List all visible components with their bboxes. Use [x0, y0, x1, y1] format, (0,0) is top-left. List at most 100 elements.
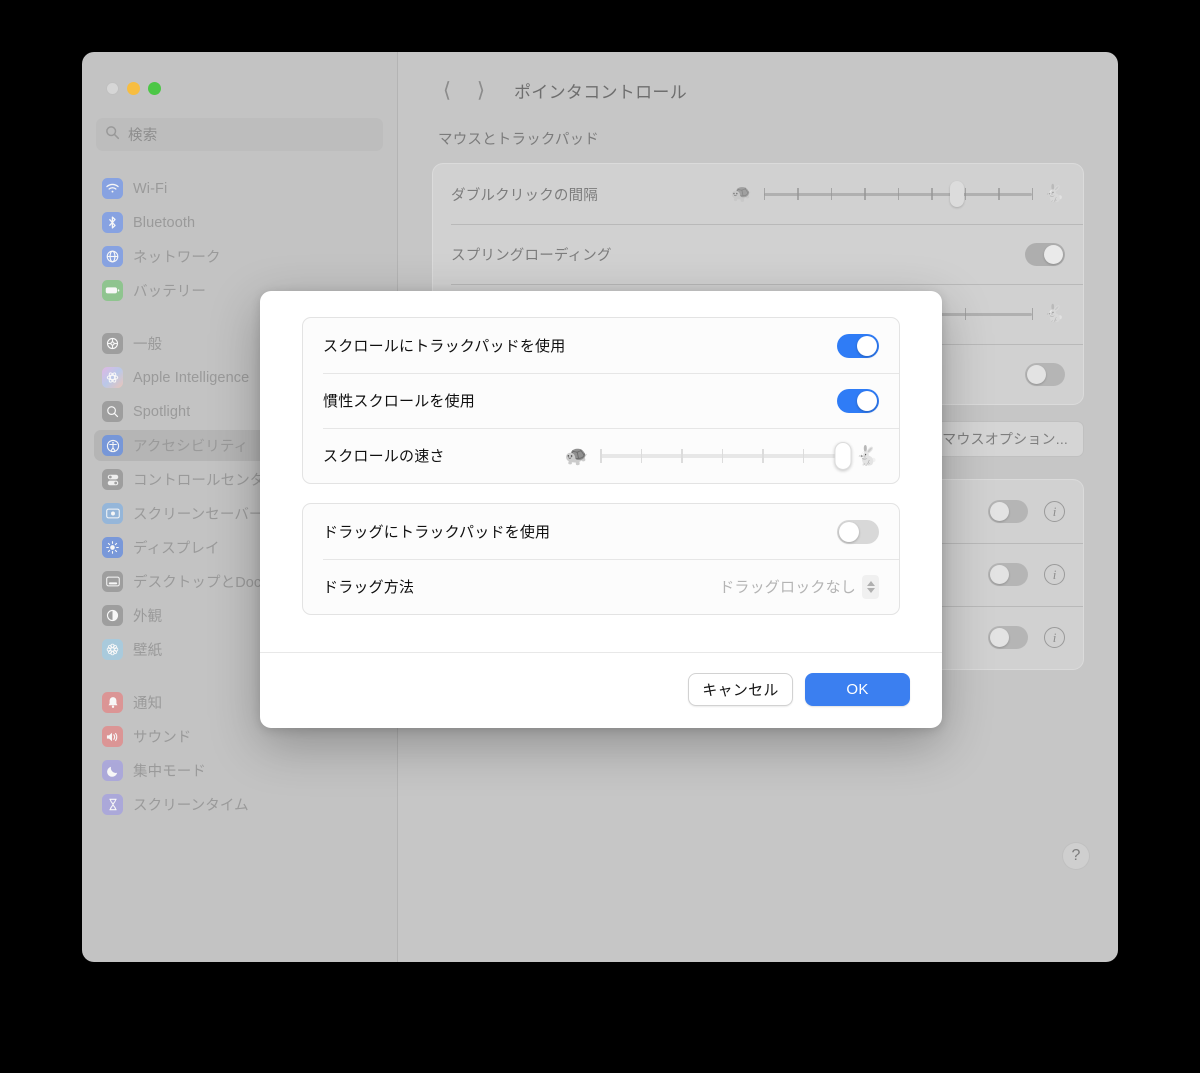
spotlight-search-icon [102, 401, 123, 422]
sheet-scroll-speed-slider[interactable]: 🐢 🐇 [564, 441, 879, 470]
sidebar-item-label: 外観 [133, 609, 163, 625]
chevron-up-down-icon[interactable] [862, 574, 879, 599]
sidebar-item-label: 一般 [133, 337, 163, 353]
accessibility-icon [102, 435, 123, 456]
traffic-lights [94, 52, 385, 114]
sidebar-item-label: 集中モード [133, 764, 206, 780]
sidebar-item-label: Apple Intelligence [133, 369, 250, 386]
sidebar-item-label: スクリーンタイム [133, 798, 249, 814]
sidebar-item-label: バッテリー [133, 284, 206, 300]
slider-track-area[interactable] [763, 181, 1034, 207]
srow-use-trackpad-for-dragging: ドラッグにトラックパッドを使用 [303, 504, 899, 559]
section-title: マウスとトラックパッド [438, 132, 599, 148]
help-button[interactable]: ? [1062, 842, 1090, 870]
alternate-pointer-actions-toggle[interactable] [988, 500, 1028, 523]
mouse-options-button[interactable]: マウスオプション... [926, 421, 1084, 457]
sidebar-item-label: アクセシビリティ [133, 439, 249, 455]
srow-label: ドラッグ方法 [323, 579, 415, 596]
network-globe-icon [102, 246, 123, 267]
turtle-icon: 🐢 [564, 445, 589, 467]
srow-label: ドラッグにトラックパッドを使用 [323, 524, 551, 541]
search-icon [105, 125, 120, 145]
sidebar-item-label: Wi-Fi [133, 180, 168, 197]
minimize-window-button[interactable] [127, 82, 140, 95]
search-input[interactable]: 検索 [96, 118, 383, 151]
drag-style-value: ドラッグロックなし [719, 579, 856, 596]
screen-time-hourglass-icon [102, 794, 123, 815]
toolbar: ⟨ ⟩ ポインタコントロール [398, 52, 1118, 128]
sidebar-item-focus[interactable]: 集中モード [94, 755, 385, 786]
wallpaper-icon [102, 639, 123, 660]
battery-icon [102, 280, 123, 301]
sidebar-item-label: サウンド [133, 730, 192, 746]
sidebar-item-network[interactable]: ネットワーク [94, 241, 385, 272]
drag-settings-card: ドラッグにトラックパッドを使用 ドラッグ方法 ドラッグロックなし [302, 503, 900, 615]
close-window-button[interactable] [106, 82, 119, 95]
appearance-icon [102, 605, 123, 626]
srow-scroll-speed: スクロールの速さ 🐢 🐇 [303, 428, 899, 483]
info-icon[interactable]: i [1044, 627, 1065, 648]
screensaver-icon [102, 503, 123, 524]
info-icon[interactable]: i [1044, 564, 1065, 585]
gear-icon [102, 333, 123, 354]
trackpad-options-sheet: スクロールにトラックパッドを使用 慣性スクロールを使用 スクロールの速さ 🐢 🐇… [260, 291, 942, 728]
row-label: スプリングローディング [451, 247, 612, 264]
wifi-icon [102, 178, 123, 199]
use-trackpad-for-scrolling-toggle[interactable] [837, 333, 879, 358]
bluetooth-icon [102, 212, 123, 233]
page-title: ポインタコントロール [514, 82, 687, 102]
mouse-drag-lock-toggle[interactable] [1025, 362, 1065, 386]
srow-use-inertial-scrolling: 慣性スクロールを使用 [303, 373, 899, 428]
double-click-speed-slider[interactable]: 🐢 🐇 [731, 181, 1065, 207]
rabbit-icon: 🐇 [855, 445, 879, 467]
sidebar-item-label: スクリーンセーバー [133, 507, 264, 523]
chevron-left-icon[interactable]: ⟨ [432, 75, 462, 105]
drag-style-popup-button[interactable]: ドラッグロックなし [719, 574, 879, 599]
sidebar-item-screen-time[interactable]: スクリーンタイム [94, 789, 385, 820]
info-icon[interactable]: i [1044, 501, 1065, 522]
sidebar-group-network: Wi-Fi Bluetooth ネットワーク バッテリー [94, 173, 385, 306]
scroll-settings-card: スクロールにトラックパッドを使用 慣性スクロールを使用 スクロールの速さ 🐢 🐇 [302, 317, 900, 484]
sidebar-item-label: デスクトップとDock [133, 575, 269, 591]
spring-loading-toggle[interactable] [1025, 242, 1065, 266]
apple-intelligence-icon [102, 367, 123, 388]
maximize-window-button[interactable] [148, 82, 161, 95]
slider-track-area[interactable] [600, 441, 852, 470]
search-placeholder: 検索 [128, 128, 158, 144]
notifications-bell-icon [102, 692, 123, 713]
use-trackpad-for-dragging-toggle[interactable] [837, 519, 879, 544]
sidebar-item-bluetooth[interactable]: Bluetooth [94, 207, 385, 238]
slider-thumb[interactable] [949, 181, 964, 207]
row-double-click-speed: ダブルクリックの間隔 🐢 🐇 [433, 164, 1083, 224]
head-pointer-toggle[interactable] [988, 626, 1028, 649]
srow-drag-style: ドラッグ方法 ドラッグロックなし [303, 559, 899, 614]
sidebar-item-label: ディスプレイ [133, 541, 220, 557]
sheet-footer: キャンセル OK [260, 652, 942, 728]
pointer-size-color-toggle[interactable] [988, 563, 1028, 586]
srow-use-trackpad-for-scrolling: スクロールにトラックパッドを使用 [303, 318, 899, 373]
row-spring-loading: スプリングローディング [433, 224, 1083, 284]
srow-label: スクロールにトラックパッドを使用 [323, 338, 566, 355]
focus-moon-icon [102, 760, 123, 781]
sidebar-item-label: Spotlight [133, 403, 191, 420]
rabbit-icon: 🐇 [1043, 184, 1065, 203]
desktop-dock-icon [102, 571, 123, 592]
sheet-body: スクロールにトラックパッドを使用 慣性スクロールを使用 スクロールの速さ 🐢 🐇… [260, 291, 942, 615]
sidebar-item-label: 通知 [133, 696, 163, 712]
sidebar-item-label: Bluetooth [133, 214, 196, 231]
ok-button[interactable]: OK [805, 673, 910, 706]
srow-label: スクロールの速さ [323, 448, 445, 465]
cancel-button[interactable]: キャンセル [688, 673, 793, 706]
sidebar-item-label: 壁紙 [133, 643, 163, 659]
row-label: ダブルクリックの間隔 [451, 187, 598, 204]
display-brightness-icon [102, 537, 123, 558]
control-center-icon [102, 469, 123, 490]
rabbit-icon: 🐇 [1043, 304, 1065, 323]
sidebar-item-wifi[interactable]: Wi-Fi [94, 173, 385, 204]
slider-thumb[interactable] [834, 441, 852, 470]
sound-speaker-icon [102, 726, 123, 747]
use-inertial-scrolling-toggle[interactable] [837, 388, 879, 413]
chevron-right-icon[interactable]: ⟩ [466, 75, 496, 105]
turtle-icon: 🐢 [730, 184, 752, 203]
srow-label: 慣性スクロールを使用 [323, 393, 476, 410]
